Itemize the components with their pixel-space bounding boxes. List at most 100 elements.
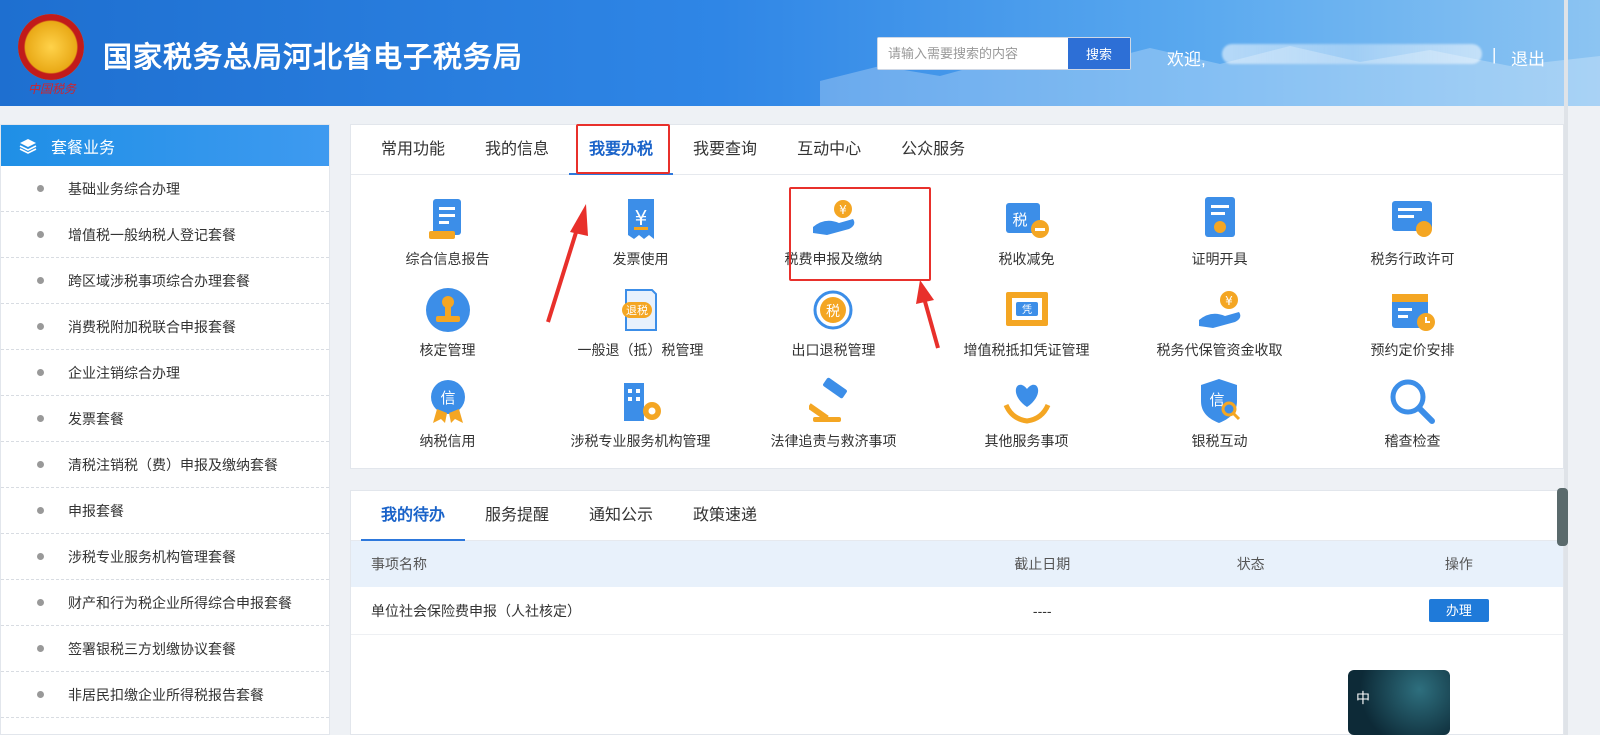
sidebar-item[interactable]: 企业注销综合办理: [1, 350, 329, 396]
main-tab[interactable]: 我要查询: [673, 125, 777, 174]
main-tab[interactable]: 公众服务: [881, 125, 985, 174]
service-tile[interactable]: 税务行政许可: [1316, 185, 1509, 276]
service-grid: 综合信息报告 ¥ 发票使用 ¥ 税费申报及缴纳税税收减免 证明开具 税务行政许可 核定管理 退税…: [351, 185, 1565, 458]
service-tile[interactable]: 涉税专业服务机构管理: [544, 367, 737, 458]
sidebar-item[interactable]: 增值税一般纳税人登记套餐: [1, 212, 329, 258]
todo-tab[interactable]: 我的待办: [361, 491, 466, 541]
service-tile[interactable]: 核定管理: [351, 276, 544, 367]
sidebar-header: 套餐业务: [1, 125, 329, 166]
layers-icon: [19, 138, 37, 154]
column-header-name: 事项名称: [371, 556, 427, 572]
main-tab[interactable]: 我的信息: [465, 125, 569, 174]
service-tile[interactable]: 信银税互动: [1123, 367, 1316, 458]
username-redacted: [1222, 44, 1482, 64]
todo-item-deadline: ----: [1032, 602, 1052, 619]
sidebar-item[interactable]: 申报套餐: [1, 488, 329, 534]
welcome-text: 欢迎,: [1167, 50, 1206, 69]
bullet-icon: [37, 599, 44, 606]
sidebar-item[interactable]: 发票套餐: [1, 396, 329, 442]
service-label: 证明开具: [1191, 251, 1248, 267]
sidebar-item[interactable]: 财产和行为税企业所得综合申报套餐: [1, 580, 329, 626]
invoice-icon: ¥: [616, 195, 666, 243]
export-refund-icon: 税: [809, 286, 859, 334]
service-tile[interactable]: 法律追责与救济事项: [737, 367, 930, 458]
search-input[interactable]: [878, 38, 1068, 69]
service-tile[interactable]: 稽查检查: [1316, 367, 1509, 458]
service-label: 纳税信用: [419, 433, 476, 449]
todo-tab[interactable]: 服务提醒: [465, 491, 569, 540]
certificate-icon: [1195, 195, 1245, 243]
svg-text:信: 信: [440, 389, 455, 407]
magnifier-icon: [1388, 377, 1438, 425]
sidebar-item-label: 签署银税三方划缴协议套餐: [68, 640, 236, 657]
service-tile[interactable]: ¥ 税务代保管资金收取: [1123, 276, 1316, 367]
stamp-icon: [423, 286, 473, 334]
sidebar-item[interactable]: 基础业务综合办理: [1, 166, 329, 212]
service-label: 涉税专业服务机构管理: [570, 433, 711, 449]
service-tile[interactable]: 综合信息报告: [351, 185, 544, 276]
service-tile[interactable]: 税税收减免: [930, 185, 1123, 276]
svg-text:¥: ¥: [1225, 294, 1233, 308]
highlight-service-box: [789, 187, 931, 281]
national-emblem-logo: [18, 14, 84, 80]
todo-tab[interactable]: 政策速递: [673, 491, 777, 540]
bullet-icon: [37, 507, 44, 514]
service-label: 税务代保管资金收取: [1156, 342, 1283, 358]
credit-medal-icon: 信: [423, 377, 473, 425]
page-scrollbar[interactable]: [1564, 0, 1568, 735]
service-tile[interactable]: 凭增值税抵扣凭证管理: [930, 276, 1123, 367]
annotation-arrow-right: [916, 280, 940, 349]
sidebar-item-label: 非居民扣缴企业所得税报告套餐: [68, 686, 264, 703]
service-label: 发票使用: [612, 251, 669, 267]
bullet-icon: [37, 415, 44, 422]
sidebar-item-label: 发票套餐: [68, 410, 124, 427]
bullet-icon: [37, 231, 44, 238]
bullet-icon: [37, 323, 44, 330]
service-tile[interactable]: 其他服务事项: [930, 367, 1123, 458]
highlight-tab-box: [576, 124, 670, 174]
search-box: 搜索: [877, 37, 1131, 70]
service-label: 稽查检查: [1384, 433, 1441, 449]
svg-text:凭: 凭: [1022, 303, 1032, 316]
site-title: 国家税务总局河北省电子税务局: [103, 42, 524, 74]
bullet-icon: [37, 277, 44, 284]
sidebar-item-label: 基础业务综合办理: [68, 180, 180, 197]
service-label: 出口退税管理: [791, 342, 876, 358]
sidebar-item-label: 增值税一般纳税人登记套餐: [68, 226, 236, 243]
bullet-icon: [37, 461, 44, 468]
heart-hands-icon: [1002, 377, 1052, 425]
main-tab[interactable]: 常用功能: [361, 125, 465, 174]
service-panel: 常用功能 我的信息 我要办税 我要查询 互动中心 公众服务 综合信息报告 ¥ 发票使用 ¥ 税费申…: [350, 124, 1564, 469]
main-tab[interactable]: 互动中心: [777, 125, 881, 174]
service-tile[interactable]: 预约定价安排: [1316, 276, 1509, 367]
search-button[interactable]: 搜索: [1068, 38, 1130, 69]
todo-table-header: 事项名称 截止日期 状态 操作: [351, 541, 1563, 587]
sidebar-item-label: 财产和行为税企业所得综合申报套餐: [68, 594, 292, 611]
sidebar-item[interactable]: 清税注销税（费）申报及缴纳套餐: [1, 442, 329, 488]
sidebar-item[interactable]: 消费税附加税联合申报套餐: [1, 304, 329, 350]
sidebar-list: 基础业务综合办理增值税一般纳税人登记套餐跨区域涉税事项综合办理套餐消费税附加税联…: [1, 166, 329, 718]
sidebar-item[interactable]: 涉税专业服务机构管理套餐: [1, 534, 329, 580]
sidebar-item[interactable]: 非居民扣缴企业所得税报告套餐: [1, 672, 329, 718]
bullet-icon: [37, 645, 44, 652]
svg-text:税: 税: [826, 304, 840, 320]
service-row: 信纳税信用 涉税专业服务机构管理 法律追责与救济事项 其他服务事项信银税互动 稽查检查: [351, 367, 1565, 458]
todo-tab[interactable]: 通知公示: [569, 491, 673, 540]
service-tile[interactable]: 税出口退税管理: [737, 276, 930, 367]
sidebar-item[interactable]: 跨区域涉税事项综合办理套餐: [1, 258, 329, 304]
thumbnail-label: 中: [1356, 690, 1370, 706]
column-header-deadline: 截止日期: [1014, 556, 1071, 572]
service-tile[interactable]: 信纳税信用: [351, 367, 544, 458]
handle-button[interactable]: 办理: [1428, 599, 1489, 622]
service-tile[interactable]: 证明开具: [1123, 185, 1316, 276]
sidebar-item-label: 清税注销税（费）申报及缴纳套餐: [68, 456, 278, 473]
side-widget-handle[interactable]: [1557, 488, 1568, 546]
logout-link[interactable]: 退出: [1511, 45, 1545, 70]
sidebar-item-label: 消费税附加税联合申报套餐: [68, 318, 236, 335]
sidebar-item[interactable]: 签署银税三方划缴协议套餐: [1, 626, 329, 672]
bank-shield-icon: 信: [1195, 377, 1245, 425]
service-label: 增值税抵扣凭证管理: [963, 342, 1090, 358]
service-label: 综合信息报告: [405, 251, 490, 267]
service-label: 一般退（抵）税管理: [577, 342, 704, 358]
building-gear-icon: [616, 377, 666, 425]
